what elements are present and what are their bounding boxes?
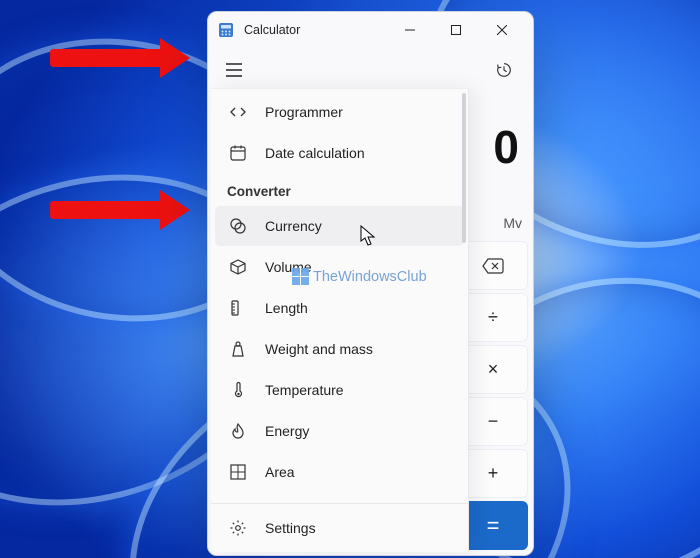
window-title: Calculator (244, 23, 300, 37)
nav-section-header-converter: Converter (211, 174, 468, 205)
calculator-display: 0 (493, 120, 519, 174)
annotation-arrow-1 (50, 38, 190, 78)
nav-item-length[interactable]: Length (215, 288, 464, 328)
programmer-icon (229, 103, 247, 121)
nav-menu-button[interactable] (214, 50, 254, 90)
titlebar: Calculator (208, 12, 533, 48)
nav-label: Weight and mass (265, 341, 373, 357)
calendar-icon (229, 144, 247, 162)
minimize-button[interactable] (387, 15, 433, 45)
thermometer-icon (229, 381, 247, 399)
watermark-text: TheWindowsClub (313, 269, 427, 285)
nav-item-weight-mass[interactable]: Weight and mass (215, 329, 464, 369)
history-button[interactable] (485, 51, 523, 89)
nav-item-date-calculation[interactable]: Date calculation (215, 133, 464, 173)
navigation-panel: Programmer Date calculation Converter Cu… (211, 88, 469, 552)
nav-scrollbar[interactable] (462, 93, 466, 243)
annotation-arrow-2 (50, 190, 190, 230)
grid-icon (229, 463, 247, 481)
weight-icon (229, 340, 247, 358)
flame-icon (229, 422, 247, 440)
nav-item-currency[interactable]: Currency (215, 206, 464, 246)
nav-label: Energy (265, 423, 309, 439)
nav-label: Length (265, 300, 308, 316)
nav-label: Settings (265, 520, 316, 536)
toolbar (208, 48, 533, 92)
ruler-icon (229, 299, 247, 317)
cube-icon (229, 258, 247, 276)
nav-label: Temperature (265, 382, 344, 398)
maximize-button[interactable] (433, 15, 479, 45)
nav-label: Date calculation (265, 145, 365, 161)
calculator-app-icon (218, 22, 234, 38)
nav-item-temperature[interactable]: Temperature (215, 370, 464, 410)
close-button[interactable] (479, 15, 525, 45)
nav-item-programmer[interactable]: Programmer (215, 92, 464, 132)
nav-label: Currency (265, 218, 322, 234)
currency-icon (229, 217, 247, 235)
gear-icon (229, 519, 247, 537)
nav-label: Programmer (265, 104, 343, 120)
nav-label: Area (265, 464, 295, 480)
nav-item-settings[interactable]: Settings (215, 508, 464, 548)
mouse-cursor (360, 225, 378, 247)
nav-item-energy[interactable]: Energy (215, 411, 464, 451)
watermark: TheWindowsClub (292, 268, 427, 285)
nav-item-area[interactable]: Area (215, 452, 464, 492)
